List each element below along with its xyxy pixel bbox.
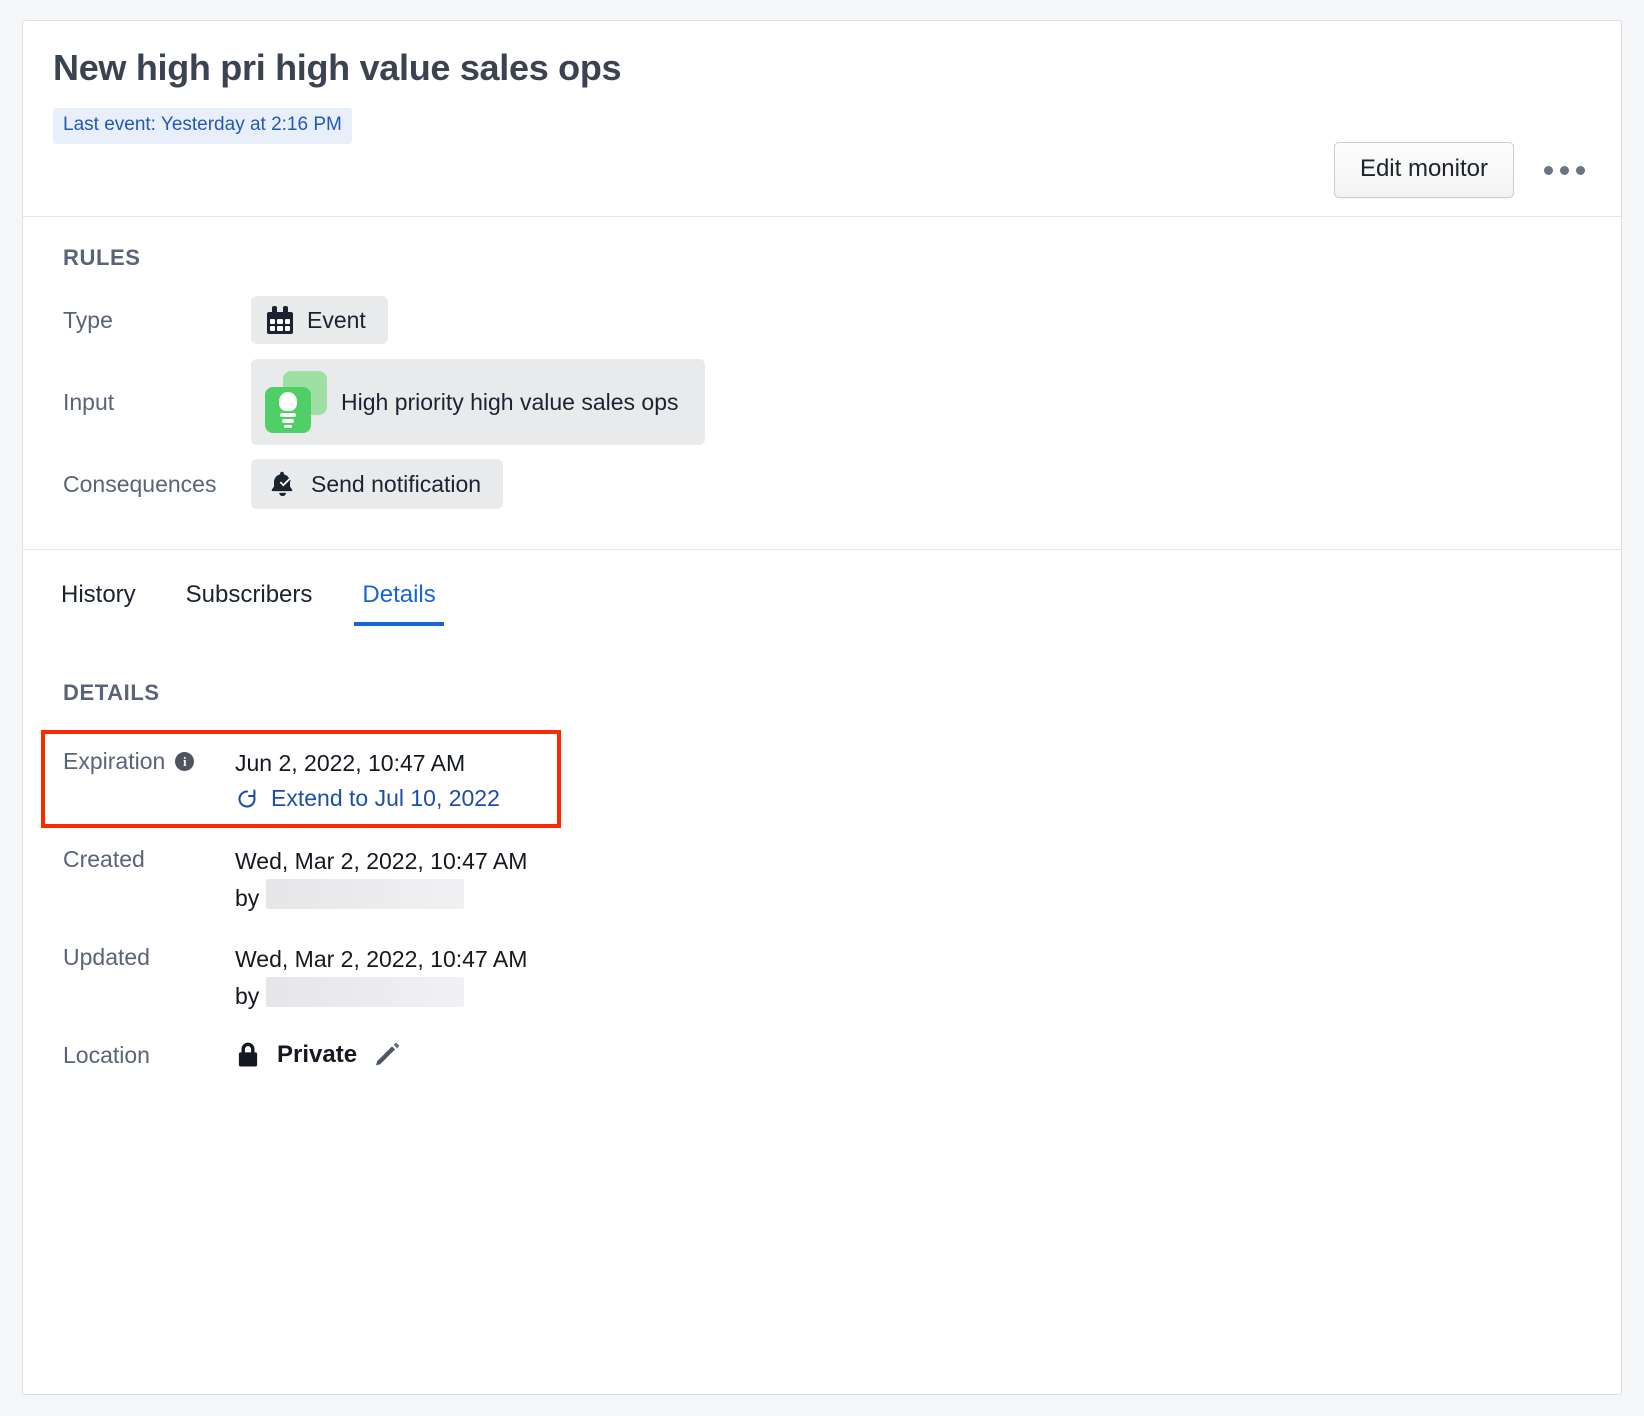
rule-key-consequences: Consequences	[63, 470, 217, 497]
details-section-label: DETAILS	[63, 680, 160, 706]
overflow-menu-icon[interactable]	[1536, 154, 1593, 187]
dot	[1576, 165, 1585, 175]
detail-value-created-group: Wed, Mar 2, 2022, 10:47 AM by	[235, 844, 527, 916]
edit-monitor-button[interactable]: Edit monitor	[1333, 142, 1514, 198]
rule-row-consequences: Consequences Send notification	[43, 453, 1591, 515]
detail-key-location: Location	[63, 1042, 150, 1069]
rule-value-consequences: Send notification	[311, 470, 482, 497]
rule-row-input: Input High priority high value sales ops	[43, 359, 1591, 445]
details-section: DETAILS Expiration i Jun 2, 2022, 10:47 …	[23, 626, 1621, 1070]
lock-icon	[238, 1042, 258, 1067]
dot	[1560, 165, 1569, 175]
rule-chip-type[interactable]: Event	[251, 296, 388, 344]
detail-value-expiration-group: Jun 2, 2022, 10:47 AM Extend to Jul 10, …	[235, 746, 500, 812]
rule-key-input: Input	[63, 388, 115, 415]
detail-row-created: Created Wed, Mar 2, 2022, 10:47 AM by	[63, 844, 1591, 916]
tab-details[interactable]: Details	[354, 578, 444, 627]
tab-history[interactable]: History	[53, 578, 144, 626]
rules-section-label: RULES	[63, 245, 141, 270]
detail-key-updated: Updated	[63, 944, 150, 971]
lightbulb-icon	[265, 371, 327, 433]
extend-expiration-link[interactable]: Extend to Jul 10, 2022	[235, 785, 500, 812]
rule-chip-input[interactable]: High priority high value sales ops	[251, 359, 705, 445]
tab-list: History Subscribers Details	[53, 578, 1591, 627]
detail-row-expiration: Expiration i Jun 2, 2022, 10:47 AM Exten…	[41, 730, 561, 829]
created-by-label: by	[235, 885, 260, 912]
rules-section: RULES Type Event Input High priority hig…	[23, 217, 1621, 550]
detail-row-updated: Updated Wed, Mar 2, 2022, 10:47 AM by	[63, 942, 1591, 1014]
rule-value-input: High priority high value sales ops	[341, 388, 679, 415]
detail-created-by: by	[235, 879, 527, 916]
monitor-detail-card: New high pri high value sales ops Last e…	[22, 20, 1622, 1395]
detail-key-expiration-label: Expiration	[63, 748, 166, 775]
rule-value-type: Event	[307, 306, 366, 333]
rule-key-type: Type	[63, 306, 113, 333]
detail-row-location: Location Private	[63, 1040, 1591, 1070]
detail-value-location: Private	[277, 1041, 358, 1069]
refresh-icon	[238, 789, 256, 808]
pencil-edit-icon[interactable]	[373, 1041, 401, 1069]
detail-value-created: Wed, Mar 2, 2022, 10:47 AM	[235, 848, 528, 875]
header-actions: Edit monitor	[1333, 142, 1593, 198]
tab-subscribers[interactable]: Subscribers	[178, 578, 321, 626]
page-title: New high pri high value sales ops	[53, 47, 622, 88]
card-header: New high pri high value sales ops Last e…	[23, 21, 1621, 217]
detail-value-expiration: Jun 2, 2022, 10:47 AM	[235, 750, 466, 777]
last-event-badge: Last event: Yesterday at 2:16 PM	[53, 108, 352, 145]
dot	[1544, 165, 1553, 175]
detail-value-location-group: Private	[235, 1040, 401, 1070]
bell-check-icon	[271, 471, 293, 497]
updated-by-redacted-value	[265, 977, 464, 1008]
tabs-area: History Subscribers Details	[23, 550, 1621, 627]
updated-by-label: by	[235, 983, 260, 1010]
detail-value-updated-group: Wed, Mar 2, 2022, 10:47 AM by	[235, 942, 527, 1014]
rule-row-type: Type Event	[43, 289, 1591, 351]
calendar-icon	[267, 306, 293, 334]
rule-chip-consequences[interactable]: Send notification	[251, 459, 504, 509]
extend-expiration-label: Extend to Jul 10, 2022	[271, 785, 500, 812]
info-icon[interactable]: i	[175, 752, 195, 772]
created-by-redacted-value	[265, 879, 464, 910]
detail-updated-by: by	[235, 977, 527, 1014]
detail-key-expiration: Expiration i	[63, 746, 235, 775]
detail-key-created: Created	[63, 846, 145, 873]
detail-value-updated: Wed, Mar 2, 2022, 10:47 AM	[235, 946, 528, 973]
